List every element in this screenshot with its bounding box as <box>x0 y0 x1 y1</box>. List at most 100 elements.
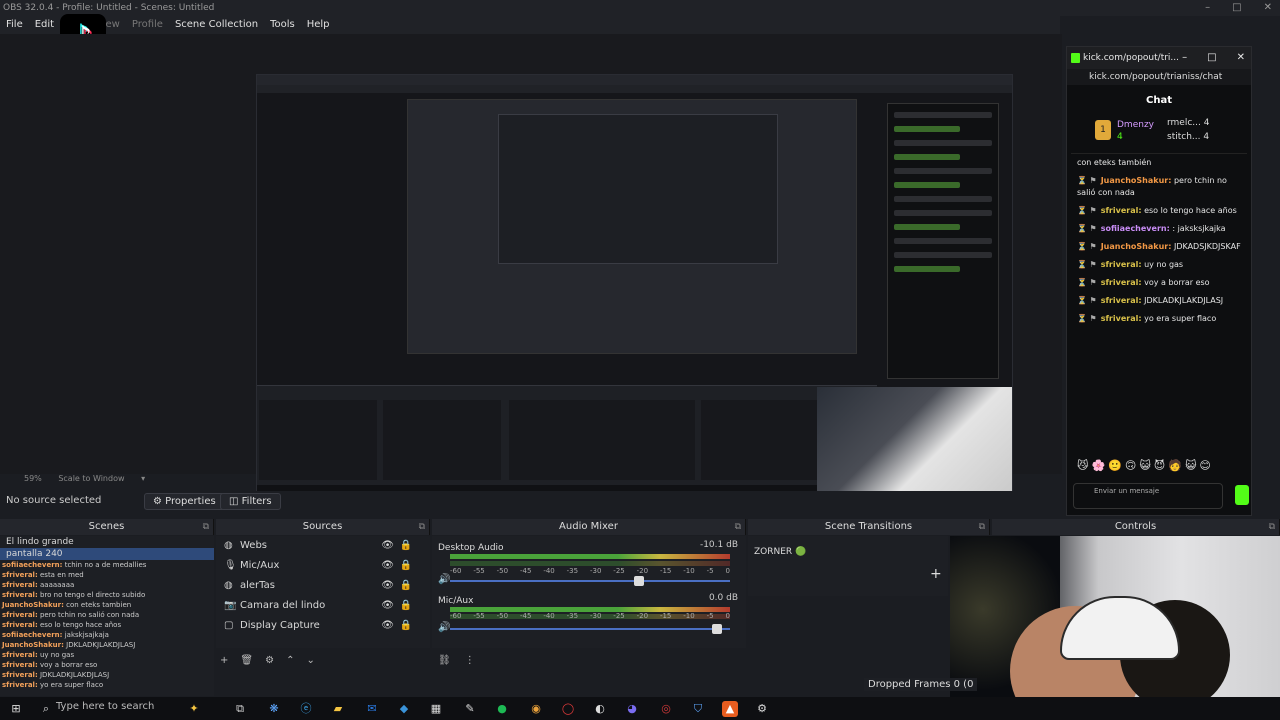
chat-username: sfriveral: <box>1100 260 1142 269</box>
source-row[interactable]: ▢ Display Capture 👁 🔒 <box>216 616 430 636</box>
chat-input[interactable]: Enviar un mensaje <box>1073 483 1223 509</box>
lock-icon[interactable]: 🔒 <box>400 616 412 636</box>
tick-label: -45 <box>519 567 532 575</box>
steam-icon[interactable]: ⚙ <box>754 701 770 717</box>
source-row[interactable]: 📷 Camara del lindo 👁 🔒 <box>216 596 430 616</box>
close-button[interactable]: ✕ <box>1264 0 1272 16</box>
copilot-icon[interactable]: ❋ <box>266 701 282 717</box>
maximize-button[interactable]: □ <box>1207 47 1216 69</box>
preview-area[interactable] <box>0 34 1062 500</box>
windows-start-icon[interactable]: ⊞ <box>8 701 24 717</box>
lock-icon[interactable]: 🔒 <box>400 576 412 596</box>
scale-dropdown-icon[interactable]: ▾ <box>141 474 145 483</box>
scene-item[interactable]: El lindo grande <box>0 536 214 548</box>
add-transition-button[interactable]: + <box>930 566 942 582</box>
lock-icon[interactable]: 🔒 <box>400 596 412 616</box>
menu-dots-icon[interactable]: ⋮ <box>465 655 475 666</box>
volume-fader[interactable] <box>450 624 730 634</box>
badge-icon: ⏳ ⚑ <box>1077 260 1097 269</box>
chat-text: yo era super flaco <box>1144 314 1217 323</box>
mixer-channel: Desktop Audio -10.1 dB -60 -55 -50 -45 -40 -3… <box>438 540 738 586</box>
sparkle-icon[interactable]: ✦ <box>186 701 202 717</box>
task-view-icon[interactable]: ⧉ <box>232 701 248 717</box>
app-icon[interactable]: ✎ <box>462 701 478 717</box>
eye-icon[interactable]: 👁 <box>381 576 394 596</box>
source-row[interactable]: ◍ alerTas 👁 🔒 <box>216 576 430 596</box>
nested-preview <box>407 99 857 354</box>
source-row[interactable]: ◍ Webs 👁 🔒 <box>216 536 430 556</box>
tick-label: -35 <box>566 567 579 575</box>
eye-icon[interactable]: 👁 <box>381 556 394 576</box>
taskbar-search[interactable]: Type here to search <box>56 701 154 712</box>
store-icon[interactable]: ◆ <box>396 701 412 717</box>
filters-button[interactable]: ◫ Filters <box>220 493 281 510</box>
rank-badge: 1 <box>1095 120 1111 140</box>
lock-icon[interactable]: 🔒 <box>400 536 412 556</box>
eye-icon[interactable]: 👁 <box>381 616 394 636</box>
scenes-dock-header: Scenes ⧉ <box>0 519 214 535</box>
tick-label: -10 <box>683 567 695 575</box>
lock-icon[interactable]: 🔒 <box>400 556 412 576</box>
chat-message: ⏳ ⚑ JuanchoShakur: pero tchin no salió co… <box>1067 172 1251 202</box>
volume-meter <box>450 561 730 566</box>
tick-label: -20 <box>636 567 649 575</box>
properties-button[interactable]: ⚙ Properties <box>144 493 225 510</box>
trash-icon[interactable]: 🗑 <box>240 655 253 666</box>
chat-text: voy a borrar eso <box>1144 278 1210 287</box>
transition-select[interactable]: ZORNER 🟢 <box>754 547 944 561</box>
send-button[interactable] <box>1235 485 1249 505</box>
tick-label: -10 <box>683 612 695 620</box>
opera-icon[interactable]: ◯ <box>560 701 576 717</box>
maximize-button[interactable]: □ <box>1232 0 1241 16</box>
menu-help[interactable]: Help <box>301 16 336 34</box>
zoom-level[interactable]: 59% <box>24 474 42 483</box>
kick-url[interactable]: kick.com/popout/trianiss/chat <box>1067 69 1251 85</box>
up-icon[interactable]: ⌃ <box>286 655 294 666</box>
obs-icon[interactable]: ◐ <box>592 701 608 717</box>
mixer-channel: Mic/Aux 0.0 dB -60 -55 -50 -45 -40 -35 -30 -25-… <box>438 593 738 634</box>
add-icon[interactable]: + <box>220 655 228 666</box>
chat-text: con eteks también <box>1077 158 1152 167</box>
chat-message: ⏳ ⚑ sofiiaechevern: : jaksksjkajka <box>1067 220 1251 238</box>
chat-username: JuanchoShakur: <box>1100 176 1172 185</box>
tick-label: -40 <box>543 612 555 620</box>
minimize-button[interactable]: – <box>1182 47 1187 69</box>
calc-icon[interactable]: ▦ <box>428 701 444 717</box>
speaker-icon[interactable]: 🔊 <box>438 622 450 633</box>
badge-icon: ⏳ ⚑ <box>1077 278 1097 287</box>
brave-icon[interactable]: ▲ <box>722 701 738 717</box>
search-icon[interactable]: ⌕ <box>38 701 54 717</box>
window-titlebar: OBS 32.0.4 - Profile: Untitled - Scenes:… <box>0 0 1280 16</box>
chat-overlay-line: sfriveral: bro no tengo el directo subid… <box>2 591 146 599</box>
folder-icon[interactable]: ▰ <box>330 701 346 717</box>
link-icon[interactable]: ⛓ <box>438 655 451 666</box>
discord-icon[interactable]: ◕ <box>624 701 640 717</box>
close-button[interactable]: ✕ <box>1237 47 1245 69</box>
chrome-icon[interactable]: ◉ <box>528 701 544 717</box>
speaker-icon[interactable]: 🔊 <box>438 574 450 585</box>
edge-icon[interactable]: ⓔ <box>298 701 314 717</box>
shield-icon[interactable]: ⛉ <box>690 701 706 717</box>
menu-file[interactable]: File <box>0 16 29 34</box>
outlook-icon[interactable]: ✉ <box>364 701 380 717</box>
scene-item-selected[interactable]: pantalla 240 <box>0 548 214 560</box>
volume-fader[interactable] <box>450 576 730 586</box>
eye-icon[interactable]: 👁 <box>381 596 394 616</box>
eye-icon[interactable]: 👁 <box>381 536 394 556</box>
scale-mode[interactable]: Scale to Window <box>58 474 124 483</box>
meter-ticks: -60 -55 -50 -45 -40 -35 -30 -25 -20 -15 -10 -5 0 <box>450 612 730 620</box>
menu-tools[interactable]: Tools <box>264 16 301 34</box>
down-icon[interactable]: ⌄ <box>306 655 314 666</box>
spotify-icon[interactable]: ● <box>494 701 510 717</box>
undock-icon: ⧉ <box>202 522 209 532</box>
menu-scene-collection[interactable]: Scene Collection <box>169 16 264 34</box>
minimize-button[interactable]: – <box>1205 0 1210 16</box>
recorder-icon[interactable]: ◎ <box>658 701 674 717</box>
chat-overlay-line: sofiiaechevern: tchin no a de medallies <box>2 561 147 569</box>
source-row[interactable]: 🎙 Mic/Aux 👁 🔒 <box>216 556 430 576</box>
gear-icon[interactable]: ⚙ <box>265 655 274 666</box>
menu-edit[interactable]: Edit <box>29 16 60 34</box>
emote-bar[interactable]: 😼🌸🙂🙃😺😈🧑😺😊 <box>1077 459 1214 472</box>
menu-profile[interactable]: Profile <box>126 16 169 34</box>
nested-titlebar <box>257 75 1012 85</box>
